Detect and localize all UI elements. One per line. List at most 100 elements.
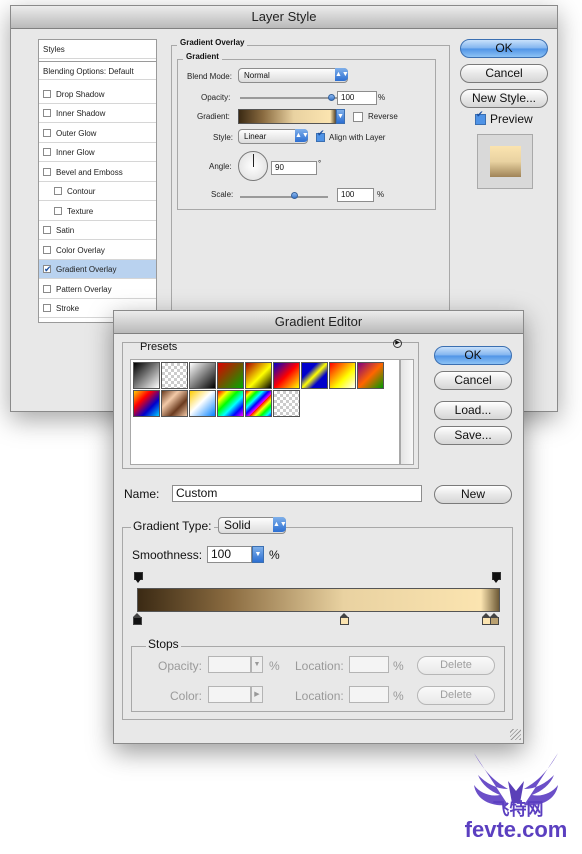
new-style-button[interactable]: New Style... [460, 89, 548, 108]
preset-swatch[interactable] [301, 362, 328, 389]
opacity-input[interactable]: 100 [337, 91, 377, 105]
blending-options-item[interactable]: Blending Options: Default [39, 61, 156, 80]
style-item-satin[interactable]: Satin [39, 221, 156, 240]
preset-swatch[interactable] [245, 362, 272, 389]
style-item-contour[interactable]: Contour [39, 182, 156, 201]
color-stop-mid[interactable] [340, 613, 349, 625]
layer-style-cancel-button[interactable]: Cancel [460, 64, 548, 83]
blend-mode-select[interactable]: Normal ▲▼ [238, 68, 349, 83]
drop-shadow-label: Drop Shadow [56, 90, 105, 99]
gradient-bar[interactable] [137, 588, 500, 612]
inner-glow-label: Inner Glow [56, 148, 95, 157]
angle-input[interactable]: 90 [271, 161, 317, 175]
style-item-bevel-emboss[interactable]: Bevel and Emboss [39, 163, 156, 182]
angle-dial[interactable] [238, 151, 268, 181]
style-item-gradient-overlay[interactable]: Gradient Overlay [39, 260, 156, 279]
style-item-color-overlay[interactable]: Color Overlay [39, 241, 156, 260]
stop-opacity-input[interactable] [208, 656, 251, 673]
texture-label: Texture [67, 207, 94, 216]
resize-grip-icon[interactable] [510, 729, 521, 740]
stop-color-arrow-icon[interactable]: ▶ [251, 686, 263, 703]
stop-color-location-percent: % [393, 689, 404, 703]
name-input[interactable]: Custom [172, 485, 422, 502]
layer-style-ok-button[interactable]: OK [460, 39, 548, 58]
pattern-overlay-checkbox[interactable] [43, 285, 51, 293]
presets-menu-icon[interactable]: ▶ [393, 339, 402, 348]
preview-frame [477, 134, 533, 189]
presets-label: Presets [140, 341, 178, 353]
stop-opacity-location-input[interactable] [349, 656, 389, 673]
name-label: Name: [124, 487, 160, 501]
preset-swatch[interactable] [133, 362, 160, 389]
stop-opacity-delete-button[interactable]: Delete [417, 656, 495, 675]
scale-slider-thumb[interactable] [291, 192, 298, 199]
preset-swatch[interactable] [329, 362, 356, 389]
opacity-stop-right[interactable] [492, 572, 501, 583]
preset-swatch[interactable] [161, 362, 188, 389]
align-with-layer-label: Align with Layer [329, 133, 386, 142]
preset-swatch[interactable] [217, 362, 244, 389]
align-with-layer-checkbox[interactable] [316, 128, 325, 142]
style-item-drop-shadow[interactable]: Drop Shadow [39, 85, 156, 104]
smoothness-input[interactable]: 100 [207, 546, 252, 563]
inner-glow-checkbox[interactable] [43, 148, 51, 156]
color-overlay-label: Color Overlay [56, 246, 105, 255]
style-item-outer-glow[interactable]: Outer Glow [39, 124, 156, 143]
style-item-inner-shadow[interactable]: Inner Shadow [39, 104, 156, 123]
stroke-checkbox[interactable] [43, 304, 51, 312]
reverse-checkbox[interactable] [353, 112, 363, 122]
smoothness-dropdown-arrow-icon[interactable]: ▼ [252, 546, 264, 563]
style-item-pattern-overlay[interactable]: Pattern Overlay [39, 280, 156, 299]
stop-opacity-arrow-icon[interactable]: ▼ [251, 656, 263, 673]
gradient-editor-dialog: Gradient Editor Presets ▶ OK Cancel Load… [113, 310, 524, 744]
stop-color-delete-button[interactable]: Delete [417, 686, 495, 705]
presets-scrollbar[interactable] [400, 359, 414, 465]
new-button[interactable]: New [434, 485, 512, 504]
opacity-slider-track[interactable] [240, 97, 340, 99]
scale-slider-track[interactable] [240, 196, 328, 198]
gradient-overlay-checkbox[interactable] [43, 260, 52, 279]
stop-opacity-label: Opacity: [158, 659, 203, 673]
preset-swatch[interactable] [273, 362, 300, 389]
gradient-editor-ok-button[interactable]: OK [434, 346, 512, 365]
preset-swatch[interactable] [133, 390, 160, 417]
style-select[interactable]: Linear ▲▼ [238, 129, 309, 144]
gradient-type-select[interactable]: Solid ▲▼ [218, 517, 287, 534]
preset-swatch[interactable] [217, 390, 244, 417]
preview-checkbox[interactable] [475, 109, 486, 125]
scale-input[interactable]: 100 [337, 188, 374, 202]
inner-shadow-checkbox[interactable] [43, 109, 51, 117]
drop-shadow-checkbox[interactable] [43, 90, 51, 98]
color-stop-end[interactable] [490, 613, 499, 625]
preview-label: Preview [490, 112, 533, 126]
preset-swatch[interactable] [161, 390, 188, 417]
gradient-preview-swatch[interactable] [238, 109, 336, 124]
blending-options-label: Blending Options: Default [43, 67, 134, 76]
bevel-emboss-checkbox[interactable] [43, 168, 51, 176]
style-item-inner-glow[interactable]: Inner Glow [39, 143, 156, 162]
contour-checkbox[interactable] [54, 187, 62, 195]
contour-label: Contour [67, 187, 96, 196]
satin-checkbox[interactable] [43, 226, 51, 234]
stop-color-location-input[interactable] [349, 686, 389, 703]
color-overlay-checkbox[interactable] [43, 246, 51, 254]
gradient-dropdown-arrow-icon[interactable]: ▼ [336, 109, 345, 124]
texture-checkbox[interactable] [54, 207, 62, 215]
outer-glow-checkbox[interactable] [43, 129, 51, 137]
load-button[interactable]: Load... [434, 401, 512, 420]
style-arrow-icon: ▲▼ [295, 129, 309, 142]
preset-swatch[interactable] [245, 390, 272, 417]
gradient-editor-cancel-button[interactable]: Cancel [434, 371, 512, 390]
save-button[interactable]: Save... [434, 426, 512, 445]
stop-color-swatch[interactable] [208, 686, 251, 703]
opacity-stop-left[interactable] [134, 572, 143, 583]
preset-swatch[interactable] [189, 362, 216, 389]
stop-color-location-label: Location: [295, 689, 344, 703]
styles-header[interactable]: Styles [39, 40, 156, 59]
opacity-slider-thumb[interactable] [328, 94, 335, 101]
preset-swatch[interactable] [189, 390, 216, 417]
preset-swatch[interactable] [357, 362, 384, 389]
style-item-texture[interactable]: Texture [39, 202, 156, 221]
color-stop-dark[interactable] [133, 613, 142, 625]
preset-swatch[interactable] [273, 390, 300, 417]
